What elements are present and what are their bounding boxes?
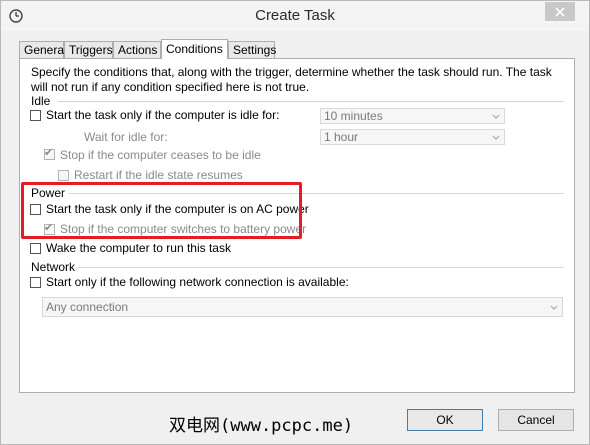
wait-duration-value: 1 hour <box>324 130 359 144</box>
stop-if-ceases-label[interactable]: Stop if the computer ceases to be idle <box>60 148 261 162</box>
create-task-window: Create Task General Triggers Actions Con… <box>0 0 590 445</box>
close-icon <box>555 6 565 17</box>
wake-to-run-checkbox[interactable] <box>30 243 41 254</box>
network-connection-value: Any connection <box>46 300 129 314</box>
stop-if-ceases-checkbox[interactable]: ✔ <box>44 147 55 160</box>
idle-divider <box>58 101 564 102</box>
checkmark-icon: ✔ <box>44 147 54 159</box>
tab-settings[interactable]: Settings <box>228 41 276 58</box>
cancel-button[interactable]: Cancel <box>498 409 574 431</box>
wait-duration-select[interactable]: 1 hour <box>320 129 505 145</box>
conditions-description: Specify the conditions that, along with … <box>31 65 552 94</box>
start-only-idle-checkbox[interactable] <box>30 110 41 121</box>
restart-if-resumes-label[interactable]: Restart if the idle state resumes <box>74 168 243 182</box>
ok-button[interactable]: OK <box>407 409 483 431</box>
tab-triggers[interactable]: Triggers <box>64 41 113 58</box>
title-bar[interactable]: Create Task <box>1 1 589 31</box>
network-group-label: Network <box>31 260 76 274</box>
network-divider <box>78 267 564 268</box>
wake-to-run-label[interactable]: Wake the computer to run this task <box>46 241 231 255</box>
start-only-idle-label[interactable]: Start the task only if the computer is i… <box>46 108 279 122</box>
restart-if-resumes-checkbox[interactable] <box>58 170 69 181</box>
close-button[interactable] <box>545 2 575 21</box>
tab-conditions[interactable]: Conditions <box>161 39 228 59</box>
idle-duration-value: 10 minutes <box>324 109 383 123</box>
watermark-text: 双电网(www.pcpc.me) <box>169 416 354 436</box>
network-connection-select[interactable]: Any connection <box>42 297 563 317</box>
power-highlight-box <box>21 182 302 239</box>
tab-actions[interactable]: Actions <box>113 41 161 58</box>
start-only-network-label[interactable]: Start only if the following network conn… <box>46 275 349 289</box>
chevron-down-icon <box>492 135 500 140</box>
window-title: Create Task <box>255 7 335 24</box>
chevron-down-icon <box>550 305 558 310</box>
idle-group-label: Idle <box>31 94 51 108</box>
chevron-down-icon <box>492 114 500 119</box>
idle-duration-select[interactable]: 10 minutes <box>320 108 505 124</box>
start-only-network-checkbox[interactable] <box>30 277 41 288</box>
wait-for-idle-label: Wait for idle for: <box>84 130 168 144</box>
tab-general[interactable]: General <box>19 41 67 58</box>
